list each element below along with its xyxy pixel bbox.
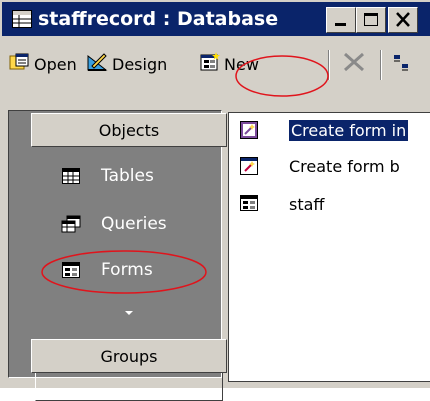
objects-bar: Objects Tables Queries Forms Groups — [8, 110, 227, 401]
wizard-icon — [239, 156, 259, 176]
list-item[interactable]: Create form b — [239, 153, 400, 179]
window-title: staffrecord : Database — [38, 8, 279, 30]
list-item[interactable]: Create form in — [239, 117, 409, 143]
sidebar-item-label: Queries — [101, 214, 167, 234]
groups-button[interactable]: Groups — [31, 339, 227, 373]
toolbar-separator — [380, 50, 382, 80]
maximize-button[interactable] — [356, 7, 386, 33]
sidebar-item-tables[interactable]: Tables — [43, 159, 154, 193]
minimize-button[interactable] — [326, 7, 356, 33]
new-label: New — [224, 54, 259, 74]
sidebar-item-queries[interactable]: Queries — [43, 207, 167, 241]
open-button[interactable]: Open — [8, 52, 77, 76]
design-icon — [86, 52, 108, 76]
list-item[interactable]: staff — [239, 191, 324, 217]
more-objects-button[interactable] — [35, 297, 223, 325]
sidebar-item-forms[interactable]: Forms — [43, 253, 153, 287]
sidebar-item-label: Tables — [101, 166, 154, 186]
sidebar-item-label: Forms — [101, 260, 153, 280]
new-form-icon — [198, 52, 220, 76]
database-window: staffrecord : Database Open Design New O… — [0, 0, 430, 401]
objects-list: Create form in Create form b staff — [228, 112, 430, 382]
delete-button[interactable] — [342, 52, 366, 76]
list-item-label: Create form in — [289, 119, 409, 141]
wizard-icon — [239, 120, 259, 140]
list-item-label: staff — [289, 194, 325, 214]
new-button[interactable]: New — [198, 52, 259, 76]
toolbar: Open Design New — [2, 36, 430, 86]
objects-label: Objects — [98, 120, 160, 140]
list-item-label: Create form b — [289, 156, 400, 176]
design-label: Design — [112, 54, 168, 74]
chevron-down-icon — [123, 302, 135, 321]
database-window-icon — [12, 10, 32, 28]
large-icons-view-icon — [392, 52, 412, 76]
queries-icon — [61, 215, 81, 233]
toolbar-separator — [328, 50, 330, 80]
design-button[interactable]: Design — [86, 52, 167, 76]
open-label: Open — [34, 54, 77, 74]
title-bar[interactable]: staffrecord : Database — [2, 2, 430, 36]
objects-header-button[interactable]: Objects — [31, 113, 227, 147]
delete-icon — [342, 51, 366, 77]
tables-icon — [61, 167, 81, 185]
groups-label: Groups — [100, 346, 158, 366]
forms-icon — [61, 261, 81, 279]
open-icon — [8, 52, 30, 76]
large-icons-view-button[interactable] — [392, 52, 412, 76]
close-button[interactable] — [388, 7, 418, 33]
form-icon — [239, 194, 259, 214]
